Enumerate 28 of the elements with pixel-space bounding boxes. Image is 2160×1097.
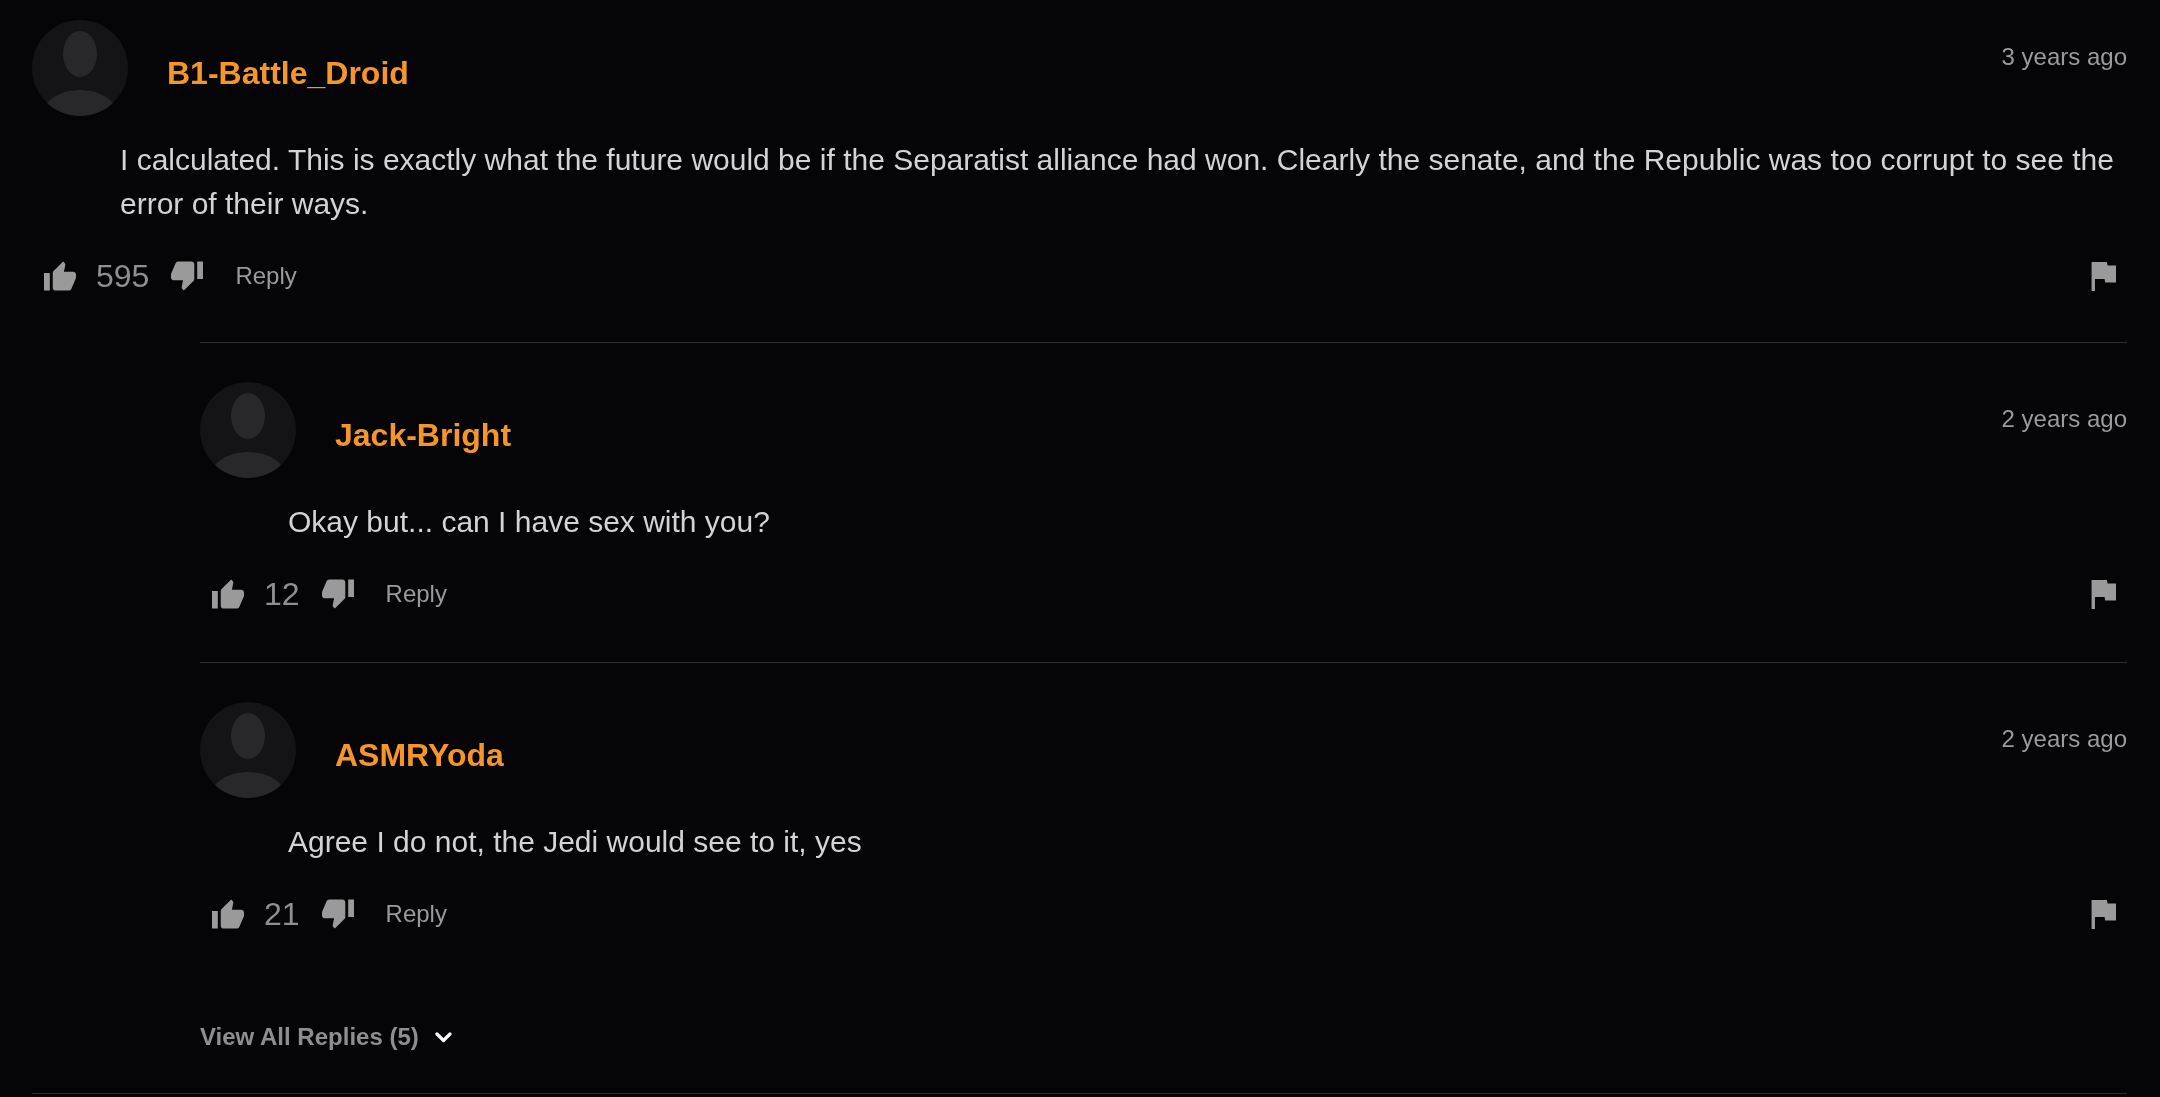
reply-link[interactable]: Reply — [385, 898, 447, 930]
view-all-replies-button[interactable]: View All Replies (5) — [200, 1021, 452, 1053]
avatar-icon — [200, 702, 296, 798]
avatar-icon — [32, 20, 128, 116]
like-count: 21 — [264, 895, 300, 934]
like-count: 595 — [96, 257, 150, 296]
username-link[interactable]: B1-Battle_Droid — [167, 53, 409, 93]
comment-text: Okay but... can I have sex with you? — [288, 504, 771, 540]
reply-link[interactable]: Reply — [385, 578, 447, 610]
thumbs-down-icon[interactable] — [321, 579, 354, 609]
thumbs-up-icon[interactable] — [212, 899, 244, 929]
avatar-icon — [200, 382, 296, 478]
thumbs-down-icon[interactable] — [171, 261, 204, 291]
comment-text: I calculated. This is exactly what the future would be if the Separatist alliance had won. Clearly the senate, and the Republic was too corrupt to see the error of their ways. — [120, 142, 2115, 222]
username-link[interactable]: Jack-Bright — [335, 415, 512, 455]
flag-icon[interactable] — [2091, 579, 2116, 609]
comment-text: Agree I do not, the Jedi would see to it, yes — [288, 824, 863, 860]
timestamp: 3 years ago — [2001, 42, 2127, 72]
reply-link[interactable]: Reply — [235, 260, 297, 292]
thumbs-down-icon[interactable] — [321, 899, 354, 929]
like-count: 12 — [264, 575, 300, 614]
flag-icon[interactable] — [2091, 261, 2116, 291]
timestamp: 2 years ago — [2001, 404, 2127, 434]
thumbs-up-icon[interactable] — [212, 579, 244, 609]
flag-icon[interactable] — [2091, 899, 2116, 929]
username-link[interactable]: ASMRYoda — [335, 735, 504, 775]
thumbs-up-icon[interactable] — [44, 261, 76, 291]
timestamp: 2 years ago — [2001, 724, 2127, 754]
